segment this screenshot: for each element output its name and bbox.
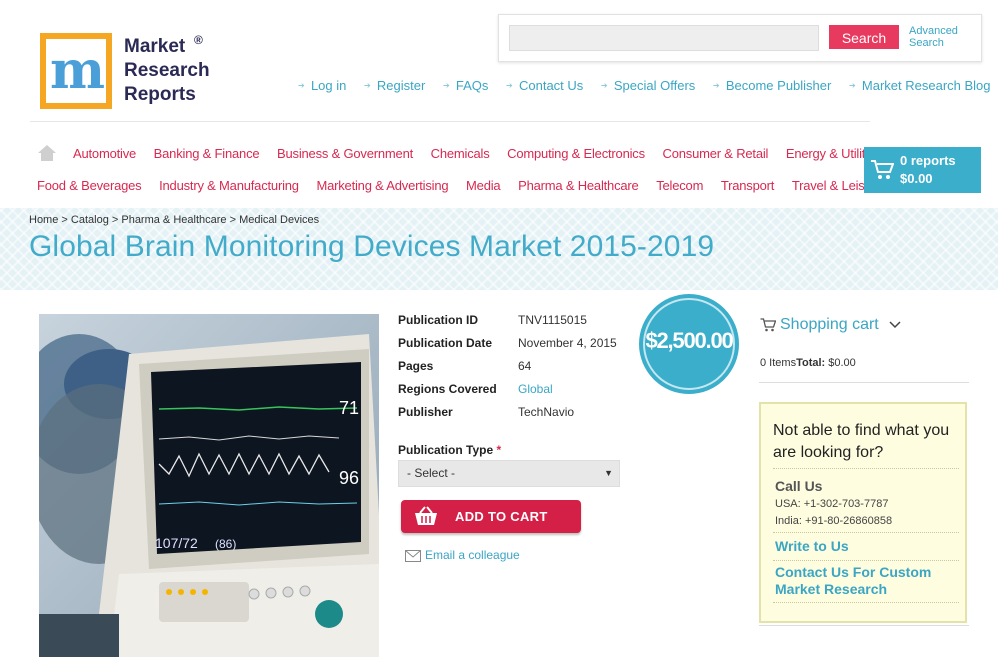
cart-total: $0.00 (900, 171, 933, 186)
detail-row: Publication Date November 4, 2015 (398, 336, 617, 359)
detail-row: Publisher TechNavio (398, 405, 617, 428)
breadcrumb-current[interactable]: Medical Devices (239, 214, 319, 226)
search-button[interactable]: Search (829, 25, 899, 49)
breadcrumb-sep: > (108, 214, 122, 226)
search-input[interactable] (509, 25, 819, 51)
monitor-hr: 71 (339, 398, 359, 418)
cart-icon (871, 160, 894, 179)
sidebar-divider (759, 382, 969, 383)
breadcrumb-category[interactable]: Pharma & Healthcare (121, 214, 226, 226)
nav-transport[interactable]: Transport (721, 178, 775, 193)
publisher-name: TechNavio (518, 405, 575, 419)
advanced-search-link[interactable]: Advanced Search (909, 25, 969, 49)
detail-label: Publication Date (398, 336, 493, 350)
breadcrumb-sep: > (58, 214, 71, 226)
register-link[interactable]: Register (364, 78, 425, 93)
breadcrumb-catalog[interactable]: Catalog (71, 214, 109, 226)
basket-icon (415, 506, 437, 525)
detail-row: Pages 64 (398, 359, 617, 382)
category-nav-row1: Automotive Banking & Finance Business & … (73, 146, 881, 161)
nav-automotive[interactable]: Automotive (73, 146, 136, 161)
logo-mark: m (40, 33, 112, 109)
detail-row: Regions Covered Global (398, 382, 617, 405)
select-value: - Select - (407, 466, 456, 480)
breadcrumb-sep: > (226, 214, 240, 226)
detail-row: Publication ID TNV1115015 (398, 313, 617, 336)
detail-label: Publication ID (398, 313, 479, 327)
publication-date: November 4, 2015 (518, 336, 617, 350)
product-image: 71 96 107/72 (86) (39, 314, 379, 657)
header-divider (30, 121, 870, 122)
cart-summary: 0 ItemsTotal: $0.00 (760, 357, 856, 369)
price-badge: $2,500.00 (639, 294, 739, 394)
region-link[interactable]: Global (518, 382, 553, 396)
cart-count: 0 reports (900, 153, 956, 168)
cart-icon (760, 318, 777, 332)
shopping-cart-heading[interactable]: Shopping cart (760, 316, 905, 334)
page-title: Global Brain Monitoring Devices Market 2… (29, 230, 715, 263)
category-nav-row2: Food & Beverages Industry & Manufacturin… (37, 178, 883, 193)
site-logo[interactable]: m Market Research Reports ® (40, 33, 220, 113)
monitor-spo2: 96 (339, 468, 359, 488)
email-colleague-link[interactable]: Email a colleague (405, 548, 520, 562)
nav-industry-manufacturing[interactable]: Industry & Manufacturing (159, 178, 299, 193)
contact-us-link[interactable]: Contact Us (506, 78, 583, 93)
nav-computing-electronics[interactable]: Computing & Electronics (507, 146, 645, 161)
nav-banking-finance[interactable]: Banking & Finance (154, 146, 260, 161)
detail-label: Regions Covered (398, 382, 497, 396)
envelope-icon (405, 549, 421, 562)
india-phone: India: +91-80-26860858 (775, 515, 893, 527)
publication-id: TNV1115015 (518, 313, 587, 327)
breadcrumb-home[interactable]: Home (29, 214, 58, 226)
custom-research-link[interactable]: Contact Us For Custom Market Research (775, 564, 965, 598)
dropdown-arrow-icon: ▼ (604, 468, 613, 478)
monitor-map: (86) (215, 537, 236, 551)
detail-label: Pages (398, 359, 434, 373)
nav-media[interactable]: Media (466, 178, 501, 193)
publication-type-select[interactable]: - Select - ▼ (398, 460, 620, 487)
nav-chemicals[interactable]: Chemicals (431, 146, 490, 161)
become-publisher-link[interactable]: Become Publisher (713, 78, 832, 93)
top-links: Log in Register FAQs Contact Us Special … (298, 78, 991, 96)
nav-food-beverages[interactable]: Food & Beverages (37, 178, 142, 193)
write-to-us-link[interactable]: Write to Us (775, 538, 965, 555)
home-icon[interactable] (38, 145, 56, 161)
price-value: $2,500.00 (645, 328, 733, 353)
nav-pharma-healthcare[interactable]: Pharma & Healthcare (518, 178, 639, 193)
sidebar-divider (759, 625, 969, 626)
blog-link[interactable]: Market Research Blog (849, 78, 991, 93)
chevron-down-icon (889, 321, 901, 328)
login-link[interactable]: Log in (298, 78, 346, 93)
call-us-heading: Call Us (775, 478, 823, 494)
publication-type-label: Publication Type * (398, 443, 502, 457)
nav-marketing-advertising[interactable]: Marketing & Advertising (316, 178, 448, 193)
help-box: Not able to find what you are looking fo… (759, 402, 967, 623)
search-panel: Search Advanced Search (498, 14, 982, 62)
breadcrumb: Home > Catalog > Pharma & Healthcare > M… (29, 214, 319, 226)
usa-phone: USA: +1-302-703-7787 (775, 498, 889, 510)
publication-details: Publication ID TNV1115015 Publication Dat… (398, 313, 617, 428)
detail-label: Publisher (398, 405, 453, 419)
nav-telecom[interactable]: Telecom (656, 178, 703, 193)
help-question: Not able to find what you are looking fo… (773, 422, 950, 461)
page-count: 64 (518, 359, 532, 373)
add-to-cart-button[interactable]: ADD TO CART (401, 500, 581, 533)
nav-business-government[interactable]: Business & Government (277, 146, 413, 161)
cart-widget[interactable]: 0 reports $0.00 (864, 147, 981, 193)
registered-mark: ® (194, 33, 203, 47)
special-offers-link[interactable]: Special Offers (601, 78, 695, 93)
nav-consumer-retail[interactable]: Consumer & Retail (663, 146, 769, 161)
monitor-bp: 107/72 (155, 535, 198, 551)
faqs-link[interactable]: FAQs (443, 78, 489, 93)
